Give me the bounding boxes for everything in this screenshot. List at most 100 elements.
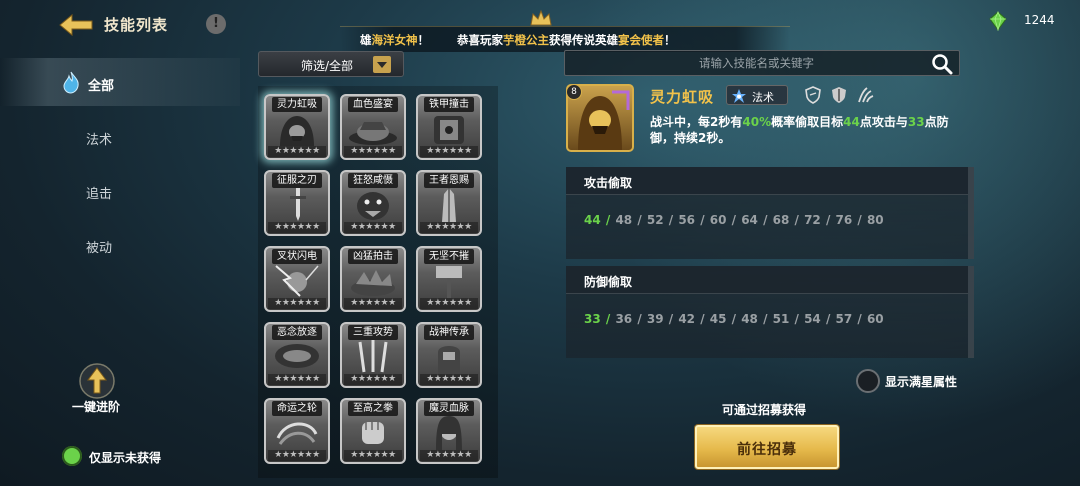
stat-values: 33 / 36 / 39 / 42 / 45 / 48 / 51 / 54 / …	[584, 312, 884, 326]
skill-art-hooded-icon	[280, 116, 314, 146]
skill-art-warrior-icon	[438, 346, 460, 374]
skill-art-wheel-icon	[276, 422, 318, 445]
skill-stars: ★★★★★★	[344, 222, 402, 233]
stat-title: 防御偷取	[584, 275, 633, 289]
sidebar-item-passive[interactable]: 被动	[0, 220, 240, 268]
filter-dropdown[interactable]: 筛选/全部	[258, 51, 404, 77]
go-recruit-button[interactable]: 前往招募	[695, 425, 839, 469]
unowned-only-label: 仅显示未获得	[89, 451, 162, 465]
sidebar-item-label: 被动	[86, 241, 113, 256]
skill-art-slam-icon	[351, 270, 395, 296]
armor-icon	[830, 86, 848, 104]
skill-name: 叉状闪电	[272, 249, 322, 264]
skill-card[interactable]: 狂怒咸慑 ★★★★★★	[340, 170, 406, 236]
skill-name: 王者恩赐	[424, 173, 474, 188]
skill-stars: ★★★★★★	[344, 298, 402, 309]
skill-stars: ★★★★★★	[268, 450, 326, 461]
desc-text: 战斗中，每	[650, 115, 711, 129]
skill-stars: ★★★★★★	[420, 146, 478, 157]
advance-all-button[interactable]: 一键进阶	[72, 398, 120, 415]
info-button[interactable]: !	[206, 14, 226, 34]
skill-card[interactable]: 血色盛宴 ★★★★★★	[340, 94, 406, 160]
stat-header: 防御偷取	[566, 266, 968, 294]
sidebar-item-label: 法术	[86, 133, 113, 148]
skill-card[interactable]: 无坚不摧 ★★★★★★	[416, 246, 482, 312]
marquee-hero: 宴会使者	[618, 33, 665, 47]
stat-panel-defense-steal: 防御偷取 33 / 36 / 39 / 42 / 45 / 48 / 51 / …	[566, 266, 974, 358]
search-icon[interactable]	[931, 53, 953, 75]
skill-card[interactable]: 魔灵血脉 ★★★★★★	[416, 398, 482, 464]
skill-card[interactable]: 叉状闪电 ★★★★★★	[264, 246, 330, 312]
skill-description: 战斗中，每2秒有40%概率偷取目标44点攻击与33点防御，持续2秒。	[650, 114, 960, 146]
skill-card[interactable]: 凶猛拍击 ★★★★★★	[340, 246, 406, 312]
desc-text: 秒。	[706, 131, 731, 145]
skill-name: 凶猛拍击	[348, 249, 398, 264]
skill-name: 三重攻势	[348, 325, 398, 340]
desc-text: 点攻击与	[859, 115, 908, 129]
selected-skill-name: 灵力虹吸	[650, 88, 715, 106]
skill-art-fist-icon	[362, 422, 384, 444]
skill-name: 魔灵血脉	[424, 401, 474, 416]
stat-current-value: 44 /	[584, 213, 611, 227]
advance-arrow-icon[interactable]	[78, 362, 116, 400]
sidebar-item-label: 追击	[86, 187, 113, 202]
recruit-hint: 可通过招募获得	[722, 403, 807, 417]
gem-icon	[989, 10, 1007, 32]
go-recruit-label: 前往招募	[737, 442, 797, 458]
search-box	[564, 50, 960, 76]
claw-icon	[856, 86, 874, 104]
stat-header: 攻击偷取	[566, 167, 968, 195]
skill-art-exile-icon	[275, 344, 319, 368]
sidebar-item-label: 全部	[88, 79, 115, 94]
skill-card[interactable]: 灵力虹吸 ★★★★★★	[264, 94, 330, 160]
sidebar-item-spell[interactable]: 法术	[0, 112, 240, 160]
stat-upgrade-values: 48 / 52 / 56 / 60 / 64 / 68 / 72 / 76 / …	[615, 213, 884, 227]
search-input[interactable]	[565, 51, 925, 75]
sidebar-item-all[interactable]: 全部	[0, 58, 240, 106]
max-star-toggle[interactable]	[856, 369, 880, 393]
desc-text: 秒有	[718, 115, 743, 129]
skill-card[interactable]: 征服之刃 ★★★★★★	[264, 170, 330, 236]
skill-card[interactable]: 三重攻势 ★★★★★★	[340, 322, 406, 388]
marquee-text: 获得传说英雄	[549, 33, 619, 47]
skill-card[interactable]: 至高之拳 ★★★★★★	[340, 398, 406, 464]
crown-icon	[528, 8, 554, 28]
skill-stars: ★★★★★★	[344, 450, 402, 461]
spirit-flame-icon	[60, 70, 82, 94]
skill-stars: ★★★★★★	[420, 222, 478, 233]
skill-art-lightning-icon	[275, 265, 319, 297]
desc-text: 概率偷取目标	[771, 115, 844, 129]
skill-level-badge: 8	[566, 84, 582, 100]
marquee-hero: 海洋女神	[371, 33, 418, 47]
skill-card[interactable]: 战神传承 ★★★★★★	[416, 322, 482, 388]
skill-name: 恶念放逐	[272, 325, 322, 340]
skill-name: 命运之轮	[272, 401, 322, 416]
skill-card[interactable]: 恶念放逐 ★★★★★★	[264, 322, 330, 388]
filter-label: 筛选/全部	[301, 59, 354, 73]
sidebar-item-chase[interactable]: 追击	[0, 166, 240, 214]
stat-current-value: 33 /	[584, 312, 611, 326]
shield-icon	[804, 86, 822, 104]
marquee-text: 雄	[360, 33, 372, 47]
desc-value: 33	[907, 115, 925, 129]
chevron-down-icon[interactable]	[373, 56, 391, 73]
gem-count: 1244	[1024, 13, 1055, 27]
skill-type-tag: 法术	[726, 85, 788, 105]
page-title: 技能列表	[104, 16, 169, 34]
skill-art-feast-icon	[349, 122, 397, 145]
skill-card[interactable]: 命运之轮 ★★★★★★	[264, 398, 330, 464]
unowned-only-toggle[interactable]	[62, 446, 82, 466]
skill-stars: ★★★★★★	[268, 374, 326, 385]
skill-stars: ★★★★★★	[344, 146, 402, 157]
back-arrow-icon[interactable]	[58, 12, 94, 38]
skill-stars: ★★★★★★	[268, 146, 326, 157]
marquee-text: ！	[664, 33, 676, 47]
spell-star-icon	[731, 88, 747, 104]
skill-card[interactable]: 铁甲撞击 ★★★★★★	[416, 94, 482, 160]
skill-name: 征服之刃	[272, 173, 322, 188]
skill-art-sorceress-icon	[436, 416, 462, 450]
desc-value: 40%	[742, 115, 772, 129]
skill-art-armor-icon	[434, 116, 464, 144]
skill-card[interactable]: 王者恩赐 ★★★★★★	[416, 170, 482, 236]
skill-art-hands-icon	[442, 188, 456, 222]
